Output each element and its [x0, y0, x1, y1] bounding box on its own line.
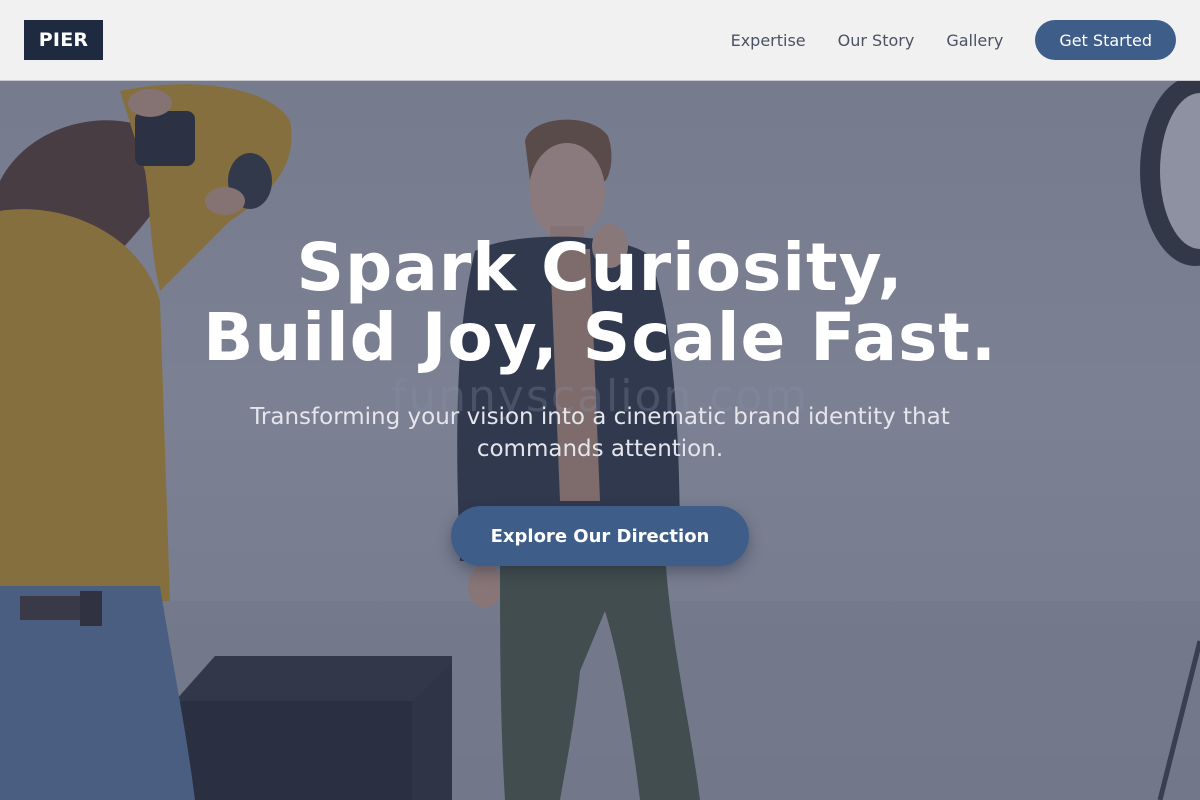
main-nav: Expertise Our Story Gallery Get Started	[731, 20, 1176, 60]
hero-subtitle: Transforming your vision into a cinemati…	[250, 404, 950, 462]
explore-direction-button[interactable]: Explore Our Direction	[451, 506, 749, 566]
landing-page: PIER Expertise Our Story Gallery Get Sta…	[0, 0, 1200, 800]
nav-link-gallery[interactable]: Gallery	[946, 31, 1003, 50]
nav-link-our-story[interactable]: Our Story	[838, 31, 915, 50]
get-started-button[interactable]: Get Started	[1035, 20, 1176, 60]
hero-title: Spark Curiosity, Build Joy, Scale Fast.	[100, 233, 1100, 373]
brand-logo[interactable]: PIER	[24, 20, 103, 60]
hero-content: funnyscalion.com Spark Curiosity, Build …	[0, 81, 1200, 800]
nav-link-expertise[interactable]: Expertise	[731, 31, 806, 50]
site-header: PIER Expertise Our Story Gallery Get Sta…	[0, 0, 1200, 81]
hero-title-line-2: Build Joy, Scale Fast.	[203, 299, 997, 376]
hero-title-line-1: Spark Curiosity,	[296, 229, 904, 306]
hero-section: funnyscalion.com Spark Curiosity, Build …	[0, 81, 1200, 800]
